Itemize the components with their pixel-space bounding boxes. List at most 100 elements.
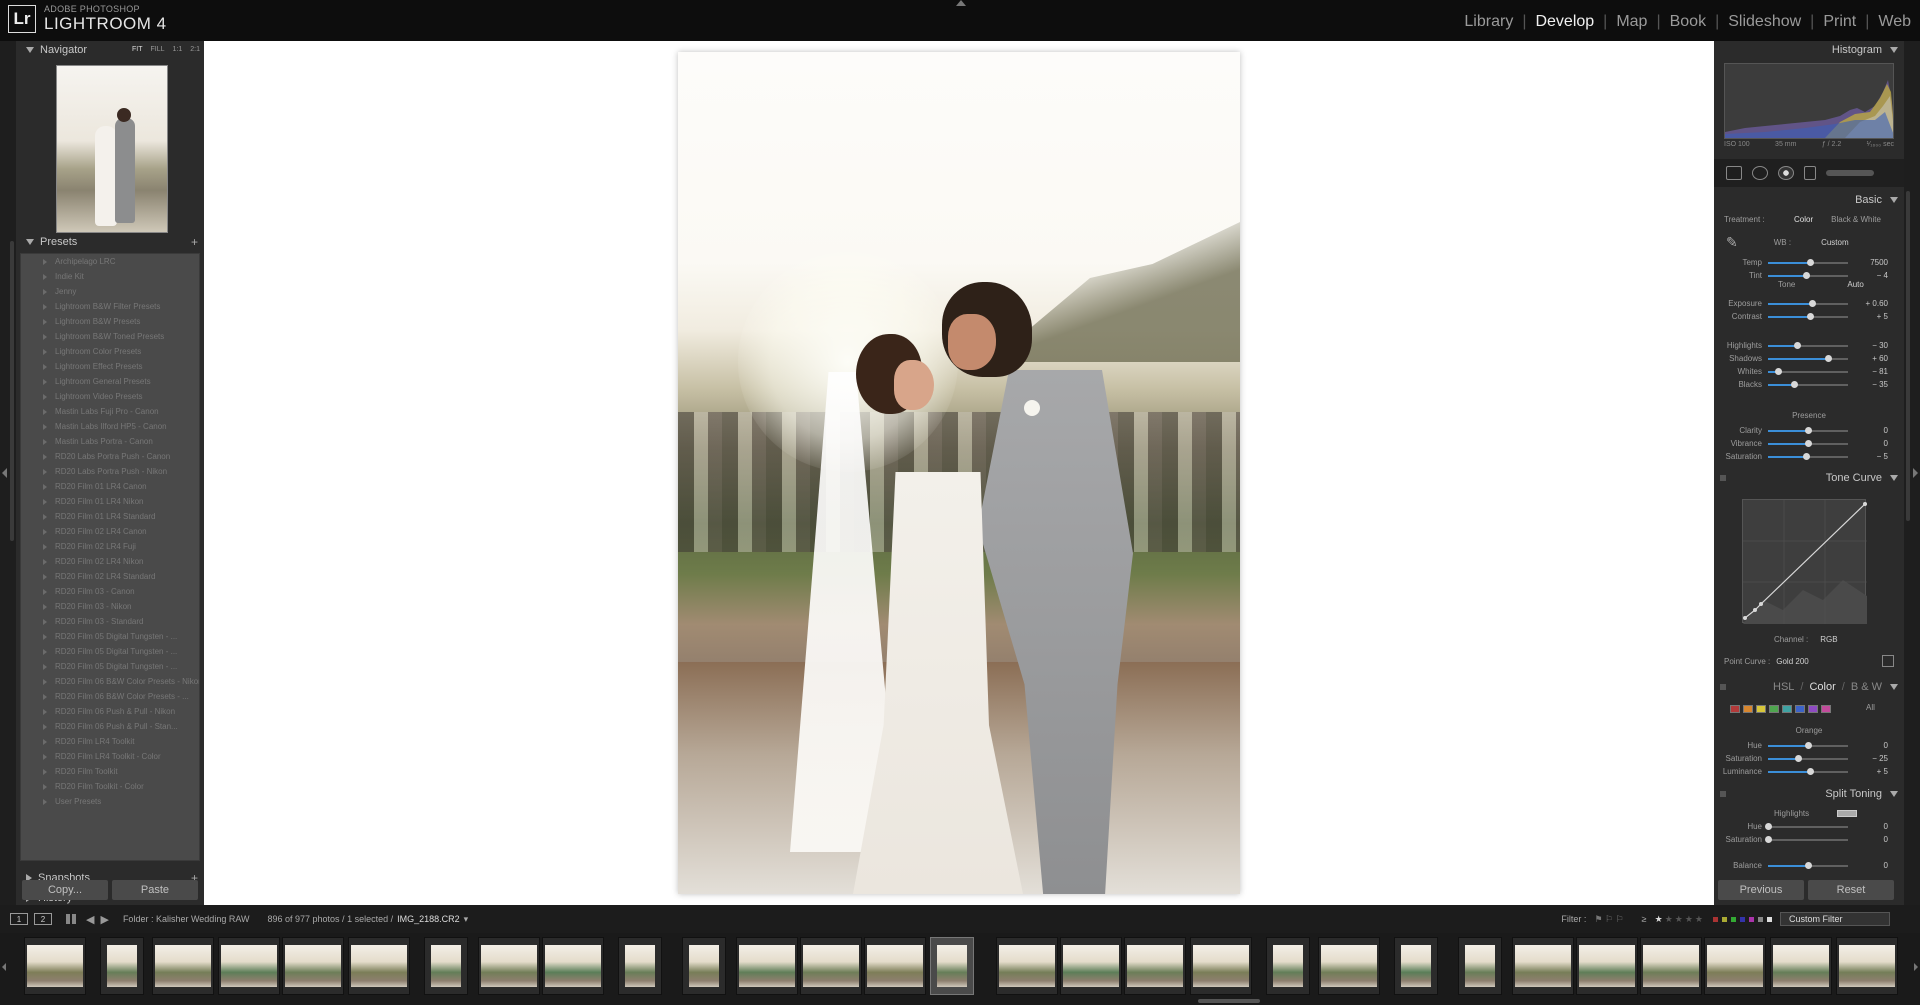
preset-folder[interactable]: RD20 Film LR4 Toolkit xyxy=(21,734,199,749)
star-icon[interactable]: ★ xyxy=(1655,914,1665,924)
slider-tint[interactable]: Tint − 4 xyxy=(1714,270,1904,281)
slider-knob[interactable] xyxy=(1805,861,1812,869)
graduated-filter-icon[interactable] xyxy=(1804,166,1816,180)
filmstrip-thumb[interactable] xyxy=(478,937,540,995)
preset-folder[interactable]: Lightroom Video Presets xyxy=(21,389,199,404)
hsl-swatch[interactable] xyxy=(1821,705,1831,713)
preset-folder[interactable]: RD20 Film 02 LR4 Nikon xyxy=(21,554,199,569)
navigator-preview[interactable] xyxy=(56,65,168,233)
slider-track[interactable] xyxy=(1768,258,1848,266)
slider-value[interactable]: + 0.60 xyxy=(1856,299,1888,308)
preset-folder[interactable]: User Presets xyxy=(21,794,199,809)
filmstrip-thumb[interactable] xyxy=(1394,937,1438,995)
rating-stars[interactable]: ★★★★★ xyxy=(1655,914,1705,925)
slider-value[interactable]: − 81 xyxy=(1856,367,1888,376)
preset-folder[interactable]: RD20 Film 03 - Nikon xyxy=(21,599,199,614)
slider-track[interactable] xyxy=(1768,271,1848,279)
wb-select[interactable]: Custom xyxy=(1821,238,1849,247)
slider-knob[interactable] xyxy=(1805,439,1812,447)
slider-knob[interactable] xyxy=(1765,822,1772,830)
spot-removal-icon[interactable] xyxy=(1752,166,1768,180)
slider-knob[interactable] xyxy=(1803,271,1811,279)
channel-select[interactable]: RGB xyxy=(1820,635,1837,644)
filename-dropdown-icon[interactable]: ▾ xyxy=(464,914,469,925)
module-develop[interactable]: Develop xyxy=(1526,13,1603,31)
preset-folder[interactable]: RD20 Labs Portra Push - Canon xyxy=(21,449,199,464)
add-preset-icon[interactable]: + xyxy=(191,235,198,249)
preset-folder[interactable]: Indie Kit xyxy=(21,269,199,284)
left-scrollbar[interactable] xyxy=(10,241,14,541)
filmstrip-thumb[interactable] xyxy=(152,937,214,995)
preset-folder[interactable]: RD20 Film LR4 Toolkit - Color xyxy=(21,749,199,764)
slider-knob[interactable] xyxy=(1793,341,1801,349)
slider-knob[interactable] xyxy=(1791,380,1799,388)
filmstrip-right-icon[interactable] xyxy=(1914,963,1918,971)
slider-knob[interactable] xyxy=(1825,354,1832,362)
slider-track[interactable] xyxy=(1768,312,1848,320)
main-photo[interactable] xyxy=(678,52,1240,894)
folder-source[interactable]: Folder : Kalisher Wedding RAW xyxy=(123,914,250,924)
slider-value[interactable]: 0 xyxy=(1856,426,1888,435)
flag-filter-icon[interactable]: ⚑ ⚐ ⚐ xyxy=(1594,914,1623,925)
filmstrip-thumb[interactable] xyxy=(348,937,410,995)
color-label-filter[interactable] xyxy=(1713,916,1772,922)
adjustment-brush-icon[interactable] xyxy=(1826,170,1874,176)
hsl-swatch[interactable] xyxy=(1808,705,1818,713)
crop-tool-icon[interactable] xyxy=(1726,166,1742,180)
filmstrip-thumb[interactable] xyxy=(1124,937,1186,995)
slider-track[interactable] xyxy=(1768,354,1848,362)
back-arrow-icon[interactable]: ◀ xyxy=(86,913,94,926)
slider-value[interactable]: + 5 xyxy=(1856,312,1888,321)
preset-folder[interactable]: Lightroom Effect Presets xyxy=(21,359,199,374)
left-panel-toggle-icon[interactable] xyxy=(2,468,7,478)
slider-knob[interactable] xyxy=(1774,367,1782,375)
tone-curve-header[interactable]: Tone Curve xyxy=(1714,469,1904,487)
preset-folder[interactable]: RD20 Film 02 LR4 Canon xyxy=(21,524,199,539)
slider-track[interactable] xyxy=(1768,439,1848,447)
preset-folder[interactable]: Lightroom B&W Presets xyxy=(21,314,199,329)
slider-knob[interactable] xyxy=(1807,767,1815,775)
filmstrip-thumb[interactable] xyxy=(218,937,280,995)
slider-track[interactable] xyxy=(1768,426,1848,434)
preset-folder[interactable]: RD20 Labs Portra Push - Nikon xyxy=(21,464,199,479)
slider-clarity[interactable]: Clarity 0 xyxy=(1714,425,1904,436)
reset-button[interactable]: Reset xyxy=(1808,880,1894,900)
slider-track[interactable] xyxy=(1768,452,1848,460)
preset-folder[interactable]: RD20 Film 01 LR4 Standard xyxy=(21,509,199,524)
slider-value[interactable]: 0 xyxy=(1856,439,1888,448)
slider-knob[interactable] xyxy=(1809,299,1816,307)
filmstrip-thumb[interactable] xyxy=(542,937,604,995)
treatment-color[interactable]: Color xyxy=(1794,215,1813,224)
module-library[interactable]: Library xyxy=(1455,13,1522,31)
filmstrip-thumb[interactable] xyxy=(1836,937,1898,995)
slider-track[interactable] xyxy=(1768,341,1848,349)
filmstrip-thumb[interactable] xyxy=(282,937,344,995)
preset-folder[interactable]: RD20 Film 03 - Canon xyxy=(21,584,199,599)
module-web[interactable]: Web xyxy=(1869,13,1920,31)
image-view[interactable] xyxy=(204,41,1714,905)
top-panel-toggle-icon[interactable] xyxy=(956,0,966,6)
slider-value[interactable]: − 5 xyxy=(1856,452,1888,461)
slider-luminance[interactable]: Luminance + 5 xyxy=(1714,766,1904,777)
grid-view-icon[interactable] xyxy=(66,914,76,924)
module-book[interactable]: Book xyxy=(1661,13,1715,31)
module-map[interactable]: Map xyxy=(1607,13,1656,31)
hsl-header[interactable]: HSL / Color / B & W xyxy=(1714,678,1904,696)
hsl-tab[interactable]: HSL xyxy=(1773,681,1794,693)
filmstrip-thumb[interactable] xyxy=(1512,937,1574,995)
treatment-bw[interactable]: Black & White xyxy=(1831,215,1881,224)
preset-folder[interactable]: Lightroom Color Presets xyxy=(21,344,199,359)
zoom-fill[interactable]: FILL xyxy=(151,46,165,53)
preset-folder[interactable]: RD20 Film Toolkit xyxy=(21,764,199,779)
slider-value[interactable]: 0 xyxy=(1856,741,1888,750)
slider-knob[interactable] xyxy=(1765,835,1772,843)
paste-button[interactable]: Paste xyxy=(112,880,198,900)
star-icon[interactable]: ★ xyxy=(1685,914,1695,924)
preset-folder[interactable]: RD20 Film 01 LR4 Canon xyxy=(21,479,199,494)
filmstrip-thumb[interactable] xyxy=(1704,937,1766,995)
filmstrip-thumb[interactable] xyxy=(1458,937,1502,995)
slider-knob[interactable] xyxy=(1806,258,1814,266)
right-panel-toggle-icon[interactable] xyxy=(1913,468,1918,478)
zoom-fit[interactable]: FIT xyxy=(132,46,143,53)
curve-edit-icon[interactable] xyxy=(1882,655,1894,667)
